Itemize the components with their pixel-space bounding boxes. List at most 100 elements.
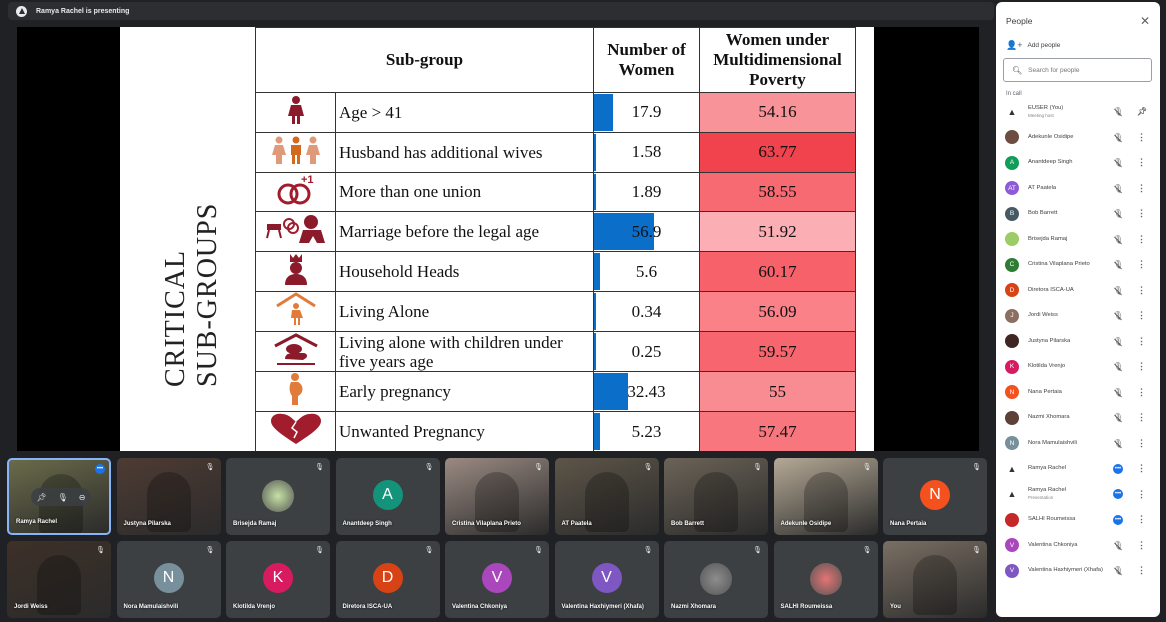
participant-item[interactable]: C Cristina Vilaplana Prieto 🎙︎ ⋮ [996, 252, 1160, 278]
participant-tile[interactable]: ••• 📌︎ 🎙︎ ⊖ Ramya Rachel [7, 458, 111, 535]
add-people-button[interactable]: 👤+ Add people [996, 30, 1160, 52]
participant-item[interactable]: Nazmi Xhomara 🎙︎ ⋮ [996, 405, 1160, 431]
more-options-icon[interactable]: ••• [95, 464, 105, 474]
participant-tile[interactable]: N 🎙︎ Nora Mamulaishvili [116, 541, 221, 618]
more-options-icon[interactable]: ⋮ [1137, 336, 1146, 347]
participant-tile[interactable]: D 🎙︎ Diretora ISCA-UA [335, 541, 440, 618]
presentation-stage[interactable]: CRITICAL SUB-GROUPS Sub-group Number of … [17, 27, 979, 451]
participant-tile[interactable]: N 🎙︎ Nana Pertaia [883, 458, 987, 535]
mic-off-icon[interactable]: 🎙︎ [1113, 209, 1123, 218]
mother-child-house-icon [271, 332, 321, 371]
participant-item[interactable]: SALHI Roumeissa ••• ⋮ [996, 507, 1160, 533]
participant-item[interactable]: Brisejda Ramaj 🎙︎ ⋮ [996, 227, 1160, 253]
pin-icon[interactable]: 📌︎ [1137, 107, 1147, 116]
more-options-icon[interactable]: ⋮ [1137, 565, 1146, 576]
more-options-icon[interactable]: ⋮ [1137, 132, 1146, 143]
pin-icon[interactable]: 📌︎ [36, 493, 46, 502]
participant-tile[interactable]: 🎙︎ Cristina Vilaplana Prieto [445, 458, 549, 535]
poverty-value: 55 [699, 371, 856, 413]
participant-tile[interactable]: 🎙︎ Brisejda Ramaj [226, 458, 330, 535]
mic-off-icon[interactable]: 🎙︎ [1113, 541, 1123, 550]
mic-off-icon[interactable]: 🎙︎ [1113, 286, 1123, 295]
mic-off-icon[interactable]: 🎙︎ [1113, 413, 1123, 422]
mic-off-icon: 🎙︎ [424, 464, 434, 471]
mic-off-icon: 🎙︎ [424, 547, 434, 554]
participant-tile[interactable]: 🎙︎ Jordi Weiss [7, 541, 111, 618]
participant-item[interactable]: V Valentina Haxhiymeri (Xhafa) 🎙︎ ⋮ [996, 558, 1160, 584]
speaking-indicator-icon: ••• [1113, 489, 1123, 500]
mic-off-icon[interactable]: 🎙︎ [1113, 260, 1123, 269]
avatar [700, 563, 732, 595]
participant-tile[interactable]: V 🎙︎ Valentina Chkoniya [445, 541, 549, 618]
more-options-icon[interactable]: ⋮ [1137, 310, 1146, 321]
more-options-icon[interactable]: ⋮ [1137, 489, 1146, 500]
participant-tile[interactable]: V 🎙︎ Valentina Haxhiymeri (Xhafa) [554, 541, 659, 618]
mic-off-icon[interactable]: 🎙︎ [1113, 439, 1123, 448]
participant-tile[interactable]: 🎙︎ Adekunle Osidipe [773, 458, 878, 535]
participant-item[interactable]: ▲ EUSER (You) Meeting host 🎙︎ 📌︎ [996, 99, 1160, 125]
avatar: K [1005, 359, 1019, 374]
mic-off-icon[interactable]: 🎙︎ [1113, 362, 1123, 371]
mic-off-icon[interactable]: 🎙︎ [1113, 311, 1123, 320]
more-options-icon[interactable]: ⋮ [1137, 259, 1146, 270]
participant-tile[interactable]: 🎙︎ SALHI Roumeissa [773, 541, 878, 618]
participant-item[interactable]: Adekunle Osidipe 🎙︎ ⋮ [996, 125, 1160, 151]
more-options-icon[interactable]: ⋮ [1137, 183, 1146, 194]
participant-tile[interactable]: A 🎙︎ Anantdeep Singh [335, 458, 440, 535]
more-options-icon[interactable]: ⋮ [1137, 412, 1146, 423]
more-options-icon[interactable]: ⋮ [1137, 540, 1146, 551]
participant-item[interactable]: A Anantdeep Singh 🎙︎ ⋮ [996, 150, 1160, 176]
poverty-value: 60.17 [699, 251, 856, 293]
mic-off-icon[interactable]: 🎙︎ [1113, 388, 1123, 397]
close-icon[interactable]: ✕ [1140, 14, 1150, 28]
participant-tile[interactable]: K 🎙︎ Klotilda Vrenjo [226, 541, 330, 618]
participant-item[interactable]: Justyna Pilarska 🎙︎ ⋮ [996, 329, 1160, 355]
participant-item[interactable]: AT AT Paatela 🎙︎ ⋮ [996, 176, 1160, 202]
remove-icon[interactable]: ⊖ [79, 493, 86, 502]
mic-off-icon[interactable]: 🎙︎ [1113, 158, 1123, 167]
participant-item[interactable]: J Jordi Weiss 🎙︎ ⋮ [996, 303, 1160, 329]
mic-off-icon[interactable]: 🎙︎ [1113, 133, 1123, 142]
participant-item[interactable]: ▲ Ramya Rachel ••• ⋮ [996, 456, 1160, 482]
people-panel: People ✕ 👤+ Add people 🔍︎ In call ▲ EUSER… [996, 2, 1160, 617]
mic-off-icon[interactable]: 🎙︎ [1113, 184, 1123, 193]
participant-name: Valentina Chkoniya [1028, 541, 1078, 548]
more-options-icon[interactable]: ⋮ [1137, 361, 1146, 372]
mic-off-icon[interactable]: 🎙︎ [1113, 337, 1123, 346]
participant-tile[interactable]: 🎙︎ Justyna Pilarska [116, 458, 221, 535]
more-options-icon[interactable]: ⋮ [1137, 438, 1146, 449]
participant-item[interactable]: K Klotilda Vrenjo 🎙︎ ⋮ [996, 354, 1160, 380]
more-options-icon[interactable]: ⋮ [1137, 463, 1146, 474]
participant-tile[interactable]: 🎙︎ Nazmi Xhomara [664, 541, 768, 618]
more-options-icon[interactable]: ⋮ [1137, 387, 1146, 398]
tile-name: Bob Barrett [671, 521, 705, 527]
more-options-icon[interactable]: ⋮ [1137, 514, 1146, 525]
mic-off-icon[interactable]: 🎙︎ [1113, 235, 1123, 244]
participant-item[interactable]: V Valentina Chkoniya 🎙︎ ⋮ [996, 533, 1160, 559]
more-options-icon[interactable]: ⋮ [1137, 234, 1146, 245]
participant-item[interactable]: N Nora Mamulaishvili 🎙︎ ⋮ [996, 431, 1160, 457]
participant-item[interactable]: B Bob Barrett 🎙︎ ⋮ [996, 201, 1160, 227]
search-input[interactable] [1028, 66, 1149, 74]
subgroup-label: More than one union [335, 171, 594, 213]
participant-item[interactable]: N Nana Pertaia 🎙︎ ⋮ [996, 380, 1160, 406]
meet-window: Ramya Rachel is presenting CRITICAL SUB-… [0, 0, 1166, 622]
more-options-icon[interactable]: ⋮ [1137, 285, 1146, 296]
participant-item[interactable]: ▲ Ramya Rachel Presentation ••• ⋮ [996, 482, 1160, 508]
avatar [262, 480, 294, 512]
table-row: Husband has additional wives 1.58 63.77 [255, 131, 856, 173]
participant-tile[interactable]: 🎙︎ You [883, 541, 987, 618]
stage-gutter [979, 27, 995, 451]
participant-tile[interactable]: 🎙︎ AT Paatela [554, 458, 659, 535]
participant-list: ▲ EUSER (You) Meeting host 🎙︎ 📌︎ Adekunle Osi… [996, 99, 1160, 584]
mic-off-icon[interactable]: 🎙︎ [1113, 566, 1123, 575]
more-options-icon[interactable]: ⋮ [1137, 208, 1146, 219]
more-options-icon[interactable]: ⋮ [1137, 157, 1146, 168]
mic-off-icon[interactable]: 🎙︎ [1113, 107, 1123, 116]
avatar: N [1005, 436, 1019, 451]
participant-tile[interactable]: 🎙︎ Bob Barrett [664, 458, 768, 535]
participant-item[interactable]: D Diretora ISCA-UA 🎙︎ ⋮ [996, 278, 1160, 304]
mic-icon[interactable]: 🎙︎ [58, 493, 68, 502]
mic-off-icon: 🎙︎ [972, 547, 981, 554]
search-box[interactable]: 🔍︎ [1003, 58, 1152, 82]
